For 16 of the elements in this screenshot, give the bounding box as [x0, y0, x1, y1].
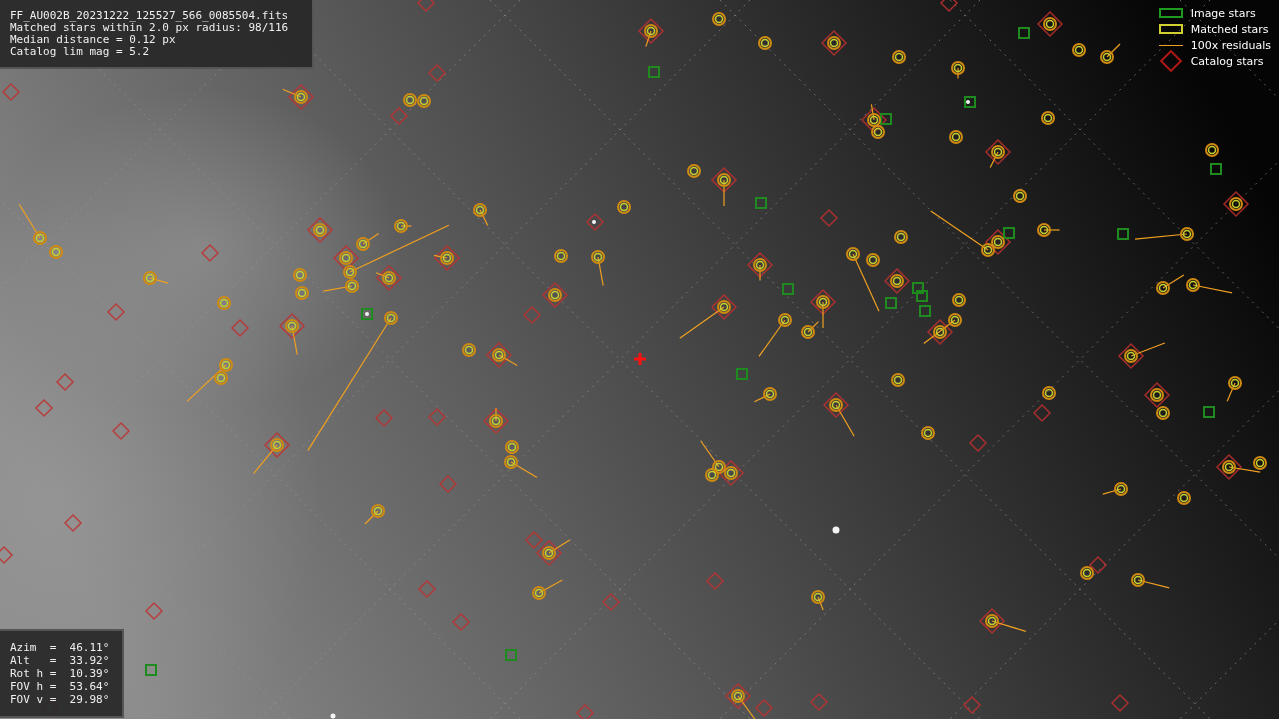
info-text: FOV h = 53.64° [10, 680, 111, 693]
legend-label: Image stars [1190, 6, 1256, 20]
info-text: Median distance = 0.12 px [10, 34, 177, 46]
info-text: FF_AU002B_20231222_125527_566_0085504.fits [10, 10, 290, 22]
info-text: Catalog lim mag = 5.2 [10, 46, 151, 58]
info-text: Matched stars within 2.0 px radius: 98/116 [10, 22, 290, 34]
rectangle-icon [1158, 24, 1183, 34]
info-text: Azim = 46.11° [10, 641, 111, 654]
info-text: Rot h = 10.39° [10, 667, 111, 680]
info-text: Alt = 33.92° [10, 654, 111, 667]
legend-label: Matched stars [1190, 22, 1269, 36]
line-icon [1158, 44, 1183, 46]
rectangle-icon [1158, 8, 1183, 18]
legend-label: 100x residuals [1190, 38, 1271, 52]
info-text: FOV v = 29.98° [10, 693, 111, 706]
legend-label: Catalog stars [1190, 54, 1264, 68]
